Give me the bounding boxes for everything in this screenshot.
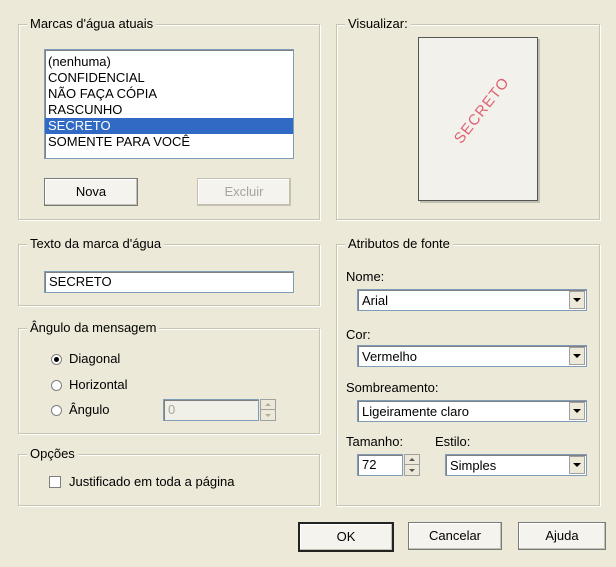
list-item[interactable]: SOMENTE PARA VOCÊ	[45, 134, 293, 150]
radio-diagonal-label: Diagonal	[69, 351, 121, 366]
message-angle-legend: Ângulo da mensagem	[27, 320, 160, 335]
options-legend: Opções	[27, 446, 78, 461]
font-size-label: Tamanho:	[346, 434, 404, 449]
spin-down-icon[interactable]	[405, 465, 419, 475]
font-shading-value: Ligeiramente claro	[362, 404, 469, 419]
options-group: Opções Justificado em toda a página	[18, 446, 320, 506]
font-style-label: Estilo:	[435, 434, 471, 449]
angle-spinner[interactable]	[260, 399, 276, 421]
radio-horizontal[interactable]	[51, 380, 62, 391]
chevron-down-icon[interactable]	[569, 347, 585, 365]
list-item[interactable]: RASCUNHO	[45, 102, 293, 118]
watermark-text-input[interactable]: SECRETO	[44, 271, 294, 293]
font-shading-label: Sombreamento:	[346, 380, 439, 395]
current-watermarks-legend: Marcas d'água atuais	[27, 16, 157, 31]
spin-up-icon[interactable]	[405, 455, 419, 465]
radio-angle-label: Ângulo	[69, 402, 110, 417]
current-watermarks-group: Marcas d'água atuais (nenhuma) CONFIDENCI…	[18, 16, 320, 220]
font-style-select[interactable]: Simples	[445, 454, 587, 476]
watermark-list[interactable]: (nenhuma) CONFIDENCIAL NÃO FAÇA CÓPIA RASCU…	[44, 49, 294, 159]
radio-angle[interactable]	[51, 405, 62, 416]
message-angle-group: Ângulo da mensagem Diagonal Horizontal Â…	[18, 320, 320, 434]
help-button[interactable]: Ajuda	[518, 522, 606, 550]
spin-down-icon[interactable]	[261, 410, 275, 420]
chevron-down-icon[interactable]	[569, 402, 585, 420]
list-item[interactable]: SECRETO	[45, 118, 293, 134]
justify-checkbox[interactable]	[49, 476, 61, 488]
radio-diagonal[interactable]	[51, 354, 62, 365]
delete-watermark-button[interactable]: Excluir	[197, 178, 291, 206]
font-color-label: Cor:	[346, 327, 371, 342]
preview-legend: Visualizar:	[345, 16, 411, 31]
watermark-text-legend: Texto da marca d'água	[27, 236, 165, 251]
font-name-value: Arial	[362, 293, 389, 308]
preview-page: SECRETO	[418, 37, 538, 201]
list-item[interactable]: CONFIDENCIAL	[45, 70, 293, 86]
font-name-label: Nome:	[346, 269, 385, 284]
font-style-value: Simples	[450, 458, 497, 473]
font-attributes-group: Atributos de fonte Nome: Arial Cor: Verm…	[336, 236, 600, 506]
angle-input[interactable]: 0	[163, 399, 259, 421]
ok-button[interactable]: OK	[298, 522, 394, 552]
new-watermark-button[interactable]: Nova	[44, 178, 138, 206]
preview-watermark-text: SECRETO	[450, 74, 514, 147]
font-shading-select[interactable]: Ligeiramente claro	[357, 400, 587, 422]
chevron-down-icon[interactable]	[569, 456, 585, 474]
cancel-button[interactable]: Cancelar	[408, 522, 502, 550]
spin-up-icon[interactable]	[261, 400, 275, 410]
preview-group: Visualizar: SECRETO	[336, 16, 600, 220]
list-item[interactable]: NÃO FAÇA CÓPIA	[45, 86, 293, 102]
font-attributes-legend: Atributos de fonte	[345, 236, 453, 251]
font-color-select[interactable]: Vermelho	[357, 345, 587, 367]
list-item[interactable]: (nenhuma)	[45, 54, 293, 70]
watermark-text-group: Texto da marca d'água SECRETO	[18, 236, 320, 306]
justify-label: Justificado em toda a página	[69, 474, 235, 489]
radio-horizontal-label: Horizontal	[69, 377, 128, 392]
font-name-select[interactable]: Arial	[357, 289, 587, 311]
chevron-down-icon[interactable]	[569, 291, 585, 309]
font-color-value: Vermelho	[362, 349, 417, 364]
font-size-input[interactable]: 72	[357, 454, 403, 476]
font-size-spinner[interactable]	[404, 454, 420, 476]
